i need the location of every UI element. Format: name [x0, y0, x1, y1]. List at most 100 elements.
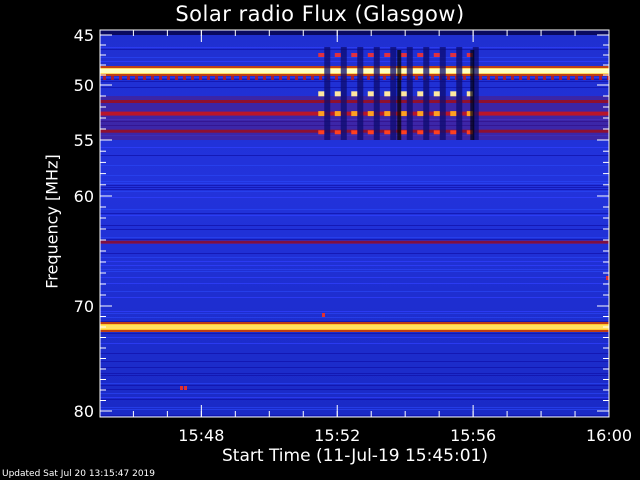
burst-cell [384, 111, 391, 117]
band-dash [295, 76, 298, 80]
texture-line [100, 375, 609, 376]
band-dash [511, 76, 514, 80]
band-dash [335, 76, 338, 80]
texture-line [100, 257, 609, 258]
frequency-band [100, 240, 609, 244]
burst-cell [433, 130, 440, 135]
texture-line [100, 271, 609, 272]
band-dash [551, 76, 554, 80]
band-dash [487, 76, 490, 80]
burst-cell [417, 130, 424, 135]
texture-line [100, 277, 609, 278]
texture-line [100, 269, 609, 270]
y-tick-label: 60 [74, 187, 94, 206]
burst-cell [400, 53, 407, 57]
band-dash [495, 76, 498, 80]
spectrogram-chart: 45 50 55 60 70 80 15:48 15:52 15:56 16:00 [74, 26, 632, 445]
frequency-band [100, 68, 609, 74]
noise-speck [184, 386, 187, 390]
band-dash [583, 76, 586, 80]
texture-line [100, 397, 609, 398]
frequency-band [100, 324, 609, 330]
texture-line [100, 253, 609, 254]
y-tick-label: 50 [74, 76, 94, 95]
texture-line [100, 165, 609, 166]
burst-stripe [390, 47, 397, 140]
texture-line [100, 189, 609, 190]
band-dash [415, 76, 418, 80]
band-dash [191, 76, 194, 80]
band-dash [111, 76, 114, 80]
burst-cell [318, 91, 325, 97]
band-dash [143, 76, 146, 80]
y-tick-label: 70 [74, 297, 94, 316]
burst-stripe [423, 47, 430, 140]
burst-cell [351, 53, 358, 57]
band-dash [183, 76, 186, 80]
band-dash [447, 76, 450, 80]
texture-line [100, 175, 609, 176]
burst-cell [417, 91, 424, 97]
texture-line [100, 317, 609, 318]
band-dash [239, 76, 242, 80]
texture-line [100, 407, 609, 408]
texture-line [100, 385, 609, 386]
texture-line [100, 197, 609, 198]
burst-cell [367, 53, 374, 57]
burst-stripe [324, 47, 331, 140]
x-tick-label: 15:56 [450, 426, 496, 445]
burst-cell [450, 130, 457, 135]
texture-line [100, 265, 609, 266]
texture-line [100, 343, 609, 344]
band-dash [503, 76, 506, 80]
y-axis-label: Frequency [MHz] [42, 154, 62, 289]
texture-line [100, 81, 609, 82]
band-dash [119, 76, 122, 80]
band-dash [151, 76, 154, 80]
band-dash [543, 76, 546, 80]
band-dash [575, 76, 578, 80]
texture-line [100, 229, 609, 230]
band-dash [207, 76, 210, 80]
plot-area [100, 30, 610, 417]
texture-line [100, 47, 609, 48]
noise-speck [322, 313, 325, 317]
band-dash [255, 76, 258, 80]
burst-cell [400, 91, 407, 97]
burst-cell [351, 111, 358, 117]
spectrogram-background [100, 30, 609, 417]
band-dash [383, 76, 386, 80]
texture-line [100, 213, 609, 214]
texture-line [100, 181, 609, 182]
burst-cell [351, 130, 358, 135]
texture-line [100, 311, 609, 312]
texture-line [100, 239, 609, 240]
texture-line [100, 187, 609, 188]
burst-cell [384, 130, 391, 135]
burst-cell [384, 91, 391, 97]
band-dash [159, 76, 162, 80]
burst-spike [397, 50, 402, 140]
texture-line [100, 361, 609, 362]
y-tick-label: 80 [74, 402, 94, 421]
band-dash [319, 76, 322, 80]
y-tick-label: 55 [74, 131, 94, 150]
x-tick-label: 15:48 [178, 426, 224, 445]
band-dash [175, 76, 178, 80]
texture-line [100, 191, 609, 192]
texture-line [100, 337, 609, 338]
texture-line [100, 321, 609, 322]
burst-cell [318, 53, 325, 57]
texture-line [100, 147, 609, 148]
chart-title: Solar radio Flux (Glasgow) [175, 2, 465, 26]
band-dash [535, 76, 538, 80]
texture-line [100, 415, 609, 416]
texture-line [100, 283, 609, 284]
texture-line [100, 373, 609, 374]
texture-line [100, 353, 609, 354]
burst-stripe [406, 47, 413, 140]
burst-cell [367, 130, 374, 135]
band-dash [591, 76, 594, 80]
band-dash [223, 76, 226, 80]
band-dash [287, 76, 290, 80]
